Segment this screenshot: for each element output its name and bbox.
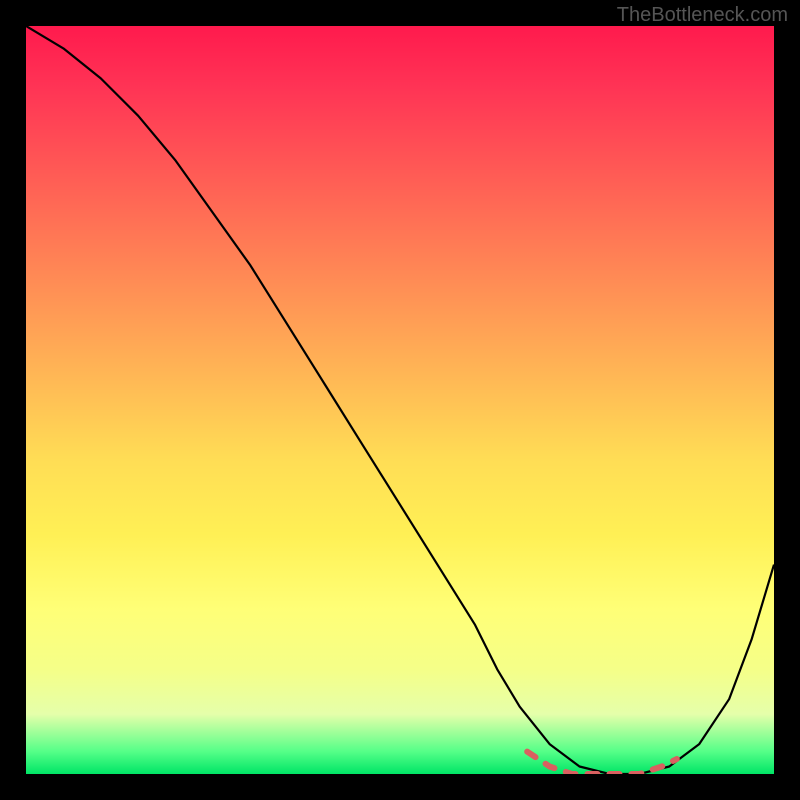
watermark-text: TheBottleneck.com <box>617 4 788 27</box>
bottleneck-curve-line <box>26 26 774 774</box>
chart-plot-area <box>26 26 774 774</box>
chart-svg <box>26 26 774 774</box>
optimal-range-highlight <box>527 752 677 774</box>
